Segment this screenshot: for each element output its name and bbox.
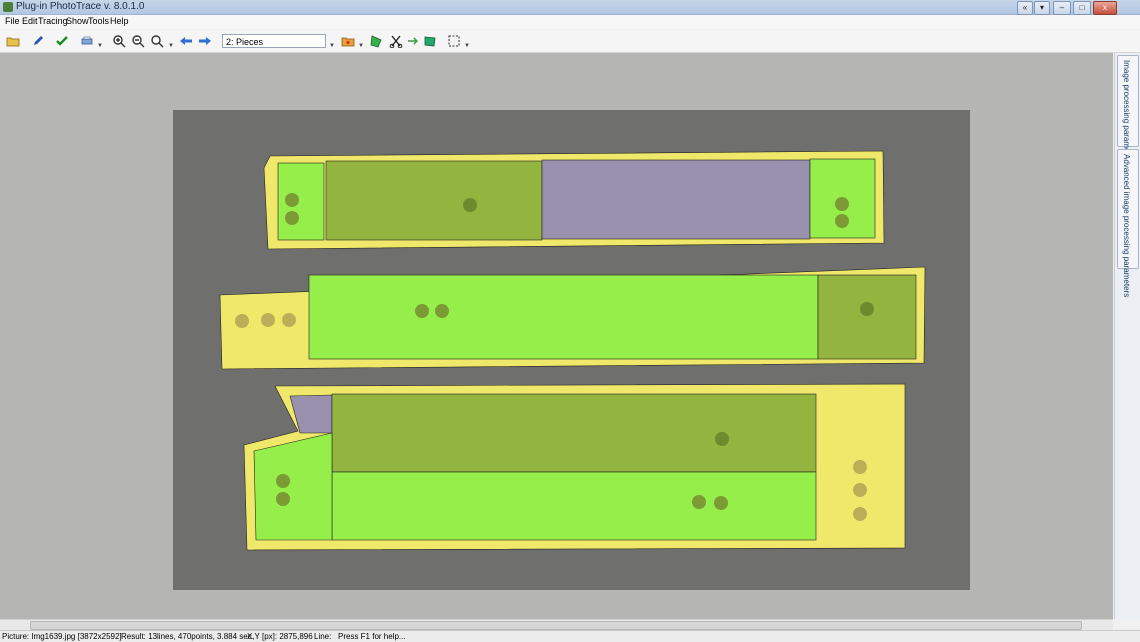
arrow-to-shape-icon[interactable] bbox=[406, 33, 422, 49]
arrow-left-icon[interactable] bbox=[178, 33, 194, 49]
menu-show[interactable]: Show bbox=[66, 16, 89, 26]
piece-1[interactable] bbox=[263, 150, 885, 250]
tab-advanced-image-processing-parameters[interactable]: Advanced image processing parameters bbox=[1117, 149, 1139, 297]
print-icon[interactable] bbox=[79, 33, 95, 49]
horizontal-scrollbar[interactable] bbox=[0, 619, 1113, 630]
zoom-in-icon[interactable] bbox=[111, 33, 127, 49]
layer-dropdown-icon[interactable]: ▼ bbox=[329, 43, 335, 49]
menu-bar: File Edit Tracing Show Tools Help bbox=[0, 15, 1140, 29]
app-icon bbox=[3, 2, 13, 12]
title-bar: Plug-in PhotoTrace v. 8.0.1.0 « ▾ – □ x bbox=[0, 0, 1140, 15]
menu-button[interactable]: ▾ bbox=[1034, 1, 1050, 15]
scissors-icon[interactable] bbox=[388, 33, 404, 49]
side-tab-strip: Image processing parameters Advanced ima… bbox=[1114, 53, 1140, 619]
status-bar: Picture: Img1639.jpg [3872x2592] Result:… bbox=[0, 630, 1140, 642]
menu-file[interactable]: File bbox=[5, 16, 20, 26]
arrow-right-icon[interactable] bbox=[197, 33, 213, 49]
minimize-button[interactable]: – bbox=[1053, 1, 1071, 15]
status-picture: Picture: Img1639.jpg [3872x2592] bbox=[2, 632, 122, 641]
zoom-fit-icon[interactable] bbox=[149, 33, 165, 49]
piece-3[interactable] bbox=[243, 383, 906, 551]
status-xy: X,Y [px]: 2875,896 bbox=[247, 632, 313, 641]
scroll-thumb[interactable] bbox=[30, 621, 1082, 630]
checkmark-icon[interactable] bbox=[54, 33, 70, 49]
piece-2[interactable] bbox=[219, 266, 926, 370]
image-canvas[interactable] bbox=[0, 53, 1113, 619]
palette-dropdown-icon[interactable]: ▼ bbox=[358, 43, 364, 49]
menu-edit[interactable]: Edit bbox=[22, 16, 38, 26]
menu-tools[interactable]: Tools bbox=[88, 16, 109, 26]
open-folder-icon[interactable] bbox=[5, 33, 21, 49]
tab-image-processing-parameters[interactable]: Image processing parameters bbox=[1117, 55, 1139, 166]
shape-fill-icon[interactable] bbox=[422, 33, 438, 49]
menu-tracing[interactable]: Tracing bbox=[38, 16, 68, 26]
maximize-button[interactable]: □ bbox=[1073, 1, 1091, 15]
pin-button[interactable]: « bbox=[1017, 1, 1033, 15]
pen-icon[interactable] bbox=[30, 33, 46, 49]
close-button[interactable]: x bbox=[1093, 1, 1117, 15]
selection-rect-icon[interactable] bbox=[446, 33, 462, 49]
status-result: Result: 13lines, 470points, 3.884 sec. bbox=[121, 632, 254, 641]
zoom-out-icon[interactable] bbox=[130, 33, 146, 49]
print-dropdown-icon[interactable]: ▼ bbox=[97, 43, 103, 49]
traced-image bbox=[173, 110, 970, 590]
selection-dropdown-icon[interactable]: ▼ bbox=[464, 43, 470, 49]
status-line: Line: bbox=[314, 632, 332, 641]
polygon-icon[interactable] bbox=[368, 33, 384, 49]
palette-folder-icon[interactable] bbox=[340, 33, 356, 49]
zoom-dropdown-icon[interactable]: ▼ bbox=[168, 43, 174, 49]
toolbar: ▼ ▼ 2: Pieces ▼ ▼ ▼ bbox=[0, 30, 1140, 53]
layer-select[interactable]: 2: Pieces bbox=[222, 34, 326, 48]
status-help: Press F1 for help... bbox=[338, 632, 406, 641]
menu-help[interactable]: Help bbox=[110, 16, 129, 26]
tab-label: Advanced image processing parameters bbox=[1122, 154, 1131, 298]
window-title: Plug-in PhotoTrace v. 8.0.1.0 bbox=[16, 1, 145, 12]
